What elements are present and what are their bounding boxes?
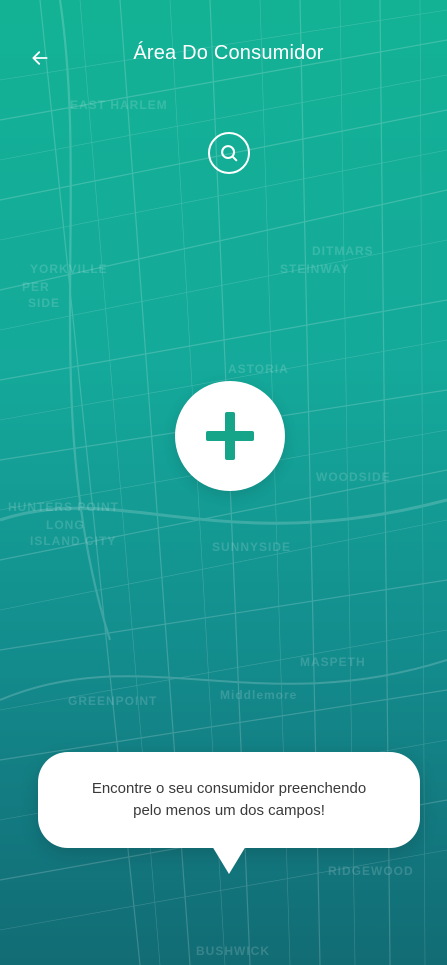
consumer-area-screen: EAST HARLEM YORKVILLE PER SIDE DITMARS S… (0, 0, 447, 965)
map-label: DITMARS (312, 244, 374, 258)
map-label: YORKVILLE (30, 262, 108, 276)
page-title: Área Do Consumidor (133, 42, 324, 64)
map-label: ASTORIA (228, 362, 289, 376)
map-label: BUSHWICK (196, 944, 270, 958)
map-label: PER (22, 280, 50, 294)
search-icon (221, 145, 238, 162)
map-label: SIDE (28, 296, 61, 310)
map-label: WOODSIDE (316, 470, 391, 484)
hint-line: pelo menos um dos campos! (133, 802, 325, 819)
map-label: GREENPOINT (68, 694, 158, 708)
map-label: Middlemore (220, 688, 298, 702)
header: Área Do Consumidor (0, 0, 447, 110)
plus-icon (206, 412, 254, 460)
hint-bubble: Encontre o seu consumidor preenchendo pe… (38, 752, 420, 848)
map-label: ISLAND CITY (30, 534, 117, 548)
hint-bubble-tail (212, 846, 246, 874)
search-button[interactable] (208, 132, 250, 174)
map-label: MASPETH (300, 655, 366, 669)
hint-line: Encontre o seu consumidor preenchendo (91, 780, 367, 797)
map-label: SUNNYSIDE (212, 540, 292, 554)
map-label: HUNTERS POINT (8, 500, 120, 514)
map-label: RIDGEWOOD (328, 864, 414, 878)
map-label: STEINWAY (280, 262, 350, 276)
hint-text: Encontre o seu consumidor preenchendo pe… (74, 778, 384, 822)
map-label: LONG (46, 518, 85, 532)
add-consumer-button[interactable] (175, 381, 285, 491)
